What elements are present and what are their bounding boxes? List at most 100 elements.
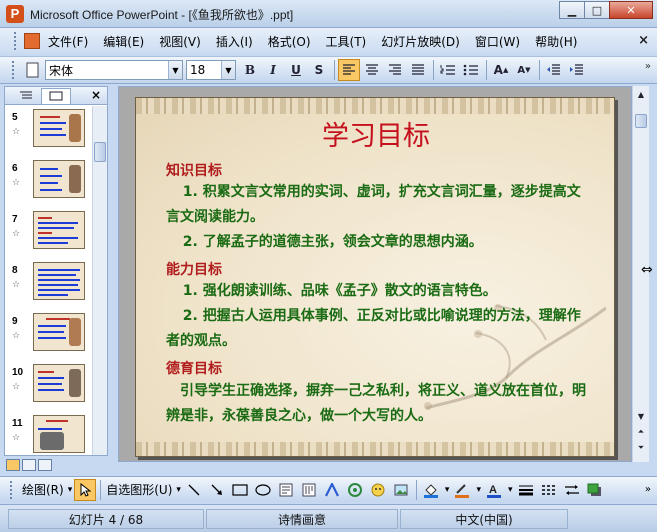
toolbar-grip[interactable] bbox=[14, 32, 18, 50]
scroll-up-icon[interactable]: ▲ bbox=[633, 86, 649, 102]
shadow-style-icon[interactable] bbox=[584, 479, 606, 501]
menu-window[interactable]: 窗口(W) bbox=[475, 33, 520, 50]
tab-slides[interactable] bbox=[41, 87, 71, 104]
align-center-icon[interactable] bbox=[361, 59, 383, 81]
draw-menu-button[interactable]: 绘图(R) bbox=[22, 481, 64, 498]
chevron-down-icon[interactable]: ▾ bbox=[476, 485, 481, 495]
tab-outline[interactable] bbox=[11, 88, 41, 104]
slide-thumbnail-11[interactable]: 11 ☆ bbox=[5, 412, 93, 455]
svg-text:A: A bbox=[489, 484, 497, 496]
picture-icon[interactable] bbox=[390, 479, 412, 501]
slide-thumbnail-5[interactable]: 5 ☆ bbox=[5, 106, 93, 157]
align-right-icon[interactable] bbox=[384, 59, 406, 81]
scrollbar-thumb[interactable] bbox=[94, 142, 106, 162]
vertical-textbox-icon[interactable] bbox=[298, 479, 320, 501]
menu-view[interactable]: 视图(V) bbox=[159, 33, 201, 50]
autoshapes-menu-button[interactable]: 自选图形(U) bbox=[106, 481, 172, 498]
slide-thumbnail-9[interactable]: 9 ☆ bbox=[5, 310, 93, 361]
decrease-font-icon[interactable]: A ▼ bbox=[513, 59, 535, 81]
close-button[interactable]: ✕ bbox=[609, 1, 653, 19]
document-icon[interactable] bbox=[24, 33, 40, 49]
arrow-tool-icon[interactable] bbox=[206, 479, 228, 501]
new-slide-icon[interactable] bbox=[22, 59, 44, 81]
toolbar-grip[interactable] bbox=[12, 61, 16, 79]
toolbar-separator bbox=[539, 60, 540, 80]
menu-format[interactable]: 格式(O) bbox=[268, 33, 311, 50]
next-slide-icon[interactable]: ⏷ bbox=[633, 440, 649, 456]
bold-button[interactable]: B bbox=[239, 59, 261, 81]
chevron-down-icon[interactable]: ▼ bbox=[168, 61, 182, 79]
line-color-icon[interactable] bbox=[451, 479, 473, 501]
distributed-align-icon[interactable] bbox=[407, 59, 429, 81]
arrow-style-icon[interactable] bbox=[561, 479, 583, 501]
toolbar-separator bbox=[100, 479, 102, 500]
underline-button[interactable]: U bbox=[285, 59, 307, 81]
slide-preview bbox=[33, 160, 85, 198]
slide-thumbnail-8[interactable]: 8 ☆ bbox=[5, 259, 93, 310]
oval-tool-icon[interactable] bbox=[252, 479, 274, 501]
font-name-select[interactable]: 宋体 ▼ bbox=[45, 60, 183, 80]
section-heading-ability[interactable]: 能力目标 bbox=[166, 259, 222, 279]
line-style-icon[interactable] bbox=[515, 479, 537, 501]
scroll-down-icon[interactable]: ▼ bbox=[633, 408, 649, 424]
slides-pane-scrollbar[interactable] bbox=[92, 106, 107, 455]
chevron-down-icon[interactable]: ▾ bbox=[508, 485, 513, 495]
chevron-down-icon[interactable]: ▾ bbox=[176, 485, 181, 495]
document-close-button[interactable]: × bbox=[638, 33, 649, 48]
select-pointer-icon[interactable] bbox=[74, 478, 97, 501]
powerpoint-app-icon[interactable]: P bbox=[6, 5, 24, 23]
normal-view-icon[interactable] bbox=[6, 459, 20, 471]
slide-thumbnail-7[interactable]: 7 ☆ bbox=[5, 208, 93, 259]
menu-help[interactable]: 帮助(H) bbox=[535, 33, 577, 50]
wordart-icon[interactable] bbox=[321, 479, 343, 501]
clipart-icon[interactable] bbox=[367, 479, 389, 501]
menu-tools[interactable]: 工具(T) bbox=[326, 33, 367, 50]
goal-paragraph[interactable]: 2. 了解孟子的道德主张，领会文章的思想内涵。 bbox=[166, 230, 590, 255]
chevron-down-icon[interactable]: ▼ bbox=[221, 61, 235, 79]
chevron-down-icon[interactable]: ▾ bbox=[68, 485, 73, 495]
italic-button[interactable]: I bbox=[262, 59, 284, 81]
menu-insert[interactable]: 插入(I) bbox=[216, 33, 253, 50]
bullets-icon[interactable] bbox=[460, 59, 482, 81]
pane-close-button[interactable]: × bbox=[91, 88, 101, 102]
diagram-icon[interactable] bbox=[344, 479, 366, 501]
font-color-icon[interactable]: A bbox=[483, 479, 505, 501]
align-left-icon[interactable] bbox=[338, 59, 360, 81]
status-design-name[interactable]: 诗情画意 bbox=[206, 509, 398, 529]
goal-paragraph[interactable]: 1. 强化朗读训练、品味《孟子》散文的语言特色。 bbox=[166, 279, 590, 304]
shadow-button[interactable]: S bbox=[308, 59, 330, 81]
toolbar-grip[interactable] bbox=[10, 480, 14, 499]
slide-title[interactable]: 学习目标 bbox=[136, 114, 614, 153]
rectangle-tool-icon[interactable] bbox=[229, 479, 251, 501]
line-tool-icon[interactable] bbox=[183, 479, 205, 501]
dash-style-icon[interactable] bbox=[538, 479, 560, 501]
toolbar-options-icon[interactable]: » bbox=[645, 484, 651, 495]
slide-thumbnail-6[interactable]: 6 ☆ bbox=[5, 157, 93, 208]
maximize-button[interactable]: □ bbox=[584, 1, 610, 19]
textbox-tool-icon[interactable] bbox=[275, 479, 297, 501]
slide-thumbnail-10[interactable]: 10 ☆ bbox=[5, 361, 93, 412]
increase-indent-icon[interactable] bbox=[566, 59, 588, 81]
status-language[interactable]: 中文(中国) bbox=[400, 509, 568, 529]
menu-edit[interactable]: 编辑(E) bbox=[103, 33, 144, 50]
toolbar-options-icon[interactable]: » bbox=[645, 61, 651, 72]
fill-color-icon[interactable] bbox=[420, 479, 442, 501]
slideshow-view-icon[interactable] bbox=[38, 459, 52, 471]
slide-sorter-view-icon[interactable] bbox=[22, 459, 36, 471]
section-heading-knowledge[interactable]: 知识目标 bbox=[166, 160, 222, 180]
section-heading-moral[interactable]: 德育目标 bbox=[166, 358, 222, 378]
increase-font-icon[interactable]: A ▲ bbox=[490, 59, 512, 81]
decrease-indent-icon[interactable] bbox=[543, 59, 565, 81]
current-slide[interactable]: 学习目标 知识目标 1. 积累文言文常用的实词、虚词，扩充文言词汇量，逐步提高文… bbox=[135, 97, 615, 457]
scrollbar-thumb[interactable] bbox=[635, 114, 647, 128]
menu-slideshow[interactable]: 幻灯片放映(D) bbox=[381, 33, 460, 50]
goal-paragraph[interactable]: 2. 把握古人运用具体事例、正反对比或比喻说理的方法，理解作者的观点。 bbox=[166, 304, 590, 354]
minimize-button[interactable]: ▁ bbox=[559, 1, 585, 19]
menu-file[interactable]: 文件(F) bbox=[48, 33, 88, 50]
font-size-select[interactable]: 18 ▼ bbox=[186, 60, 236, 80]
numbering-icon[interactable] bbox=[437, 59, 459, 81]
previous-slide-icon[interactable]: ⏶ bbox=[633, 424, 649, 440]
chevron-down-icon[interactable]: ▾ bbox=[445, 485, 450, 495]
goal-paragraph[interactable]: 引导学生正确选择，摒弃一己之私利，将正义、道义放在首位，明辨是非，永葆善良之心，… bbox=[166, 379, 590, 429]
goal-paragraph[interactable]: 1. 积累文言文常用的实词、虚词，扩充文言词汇量，逐步提高文言文阅读能力。 bbox=[166, 180, 590, 230]
